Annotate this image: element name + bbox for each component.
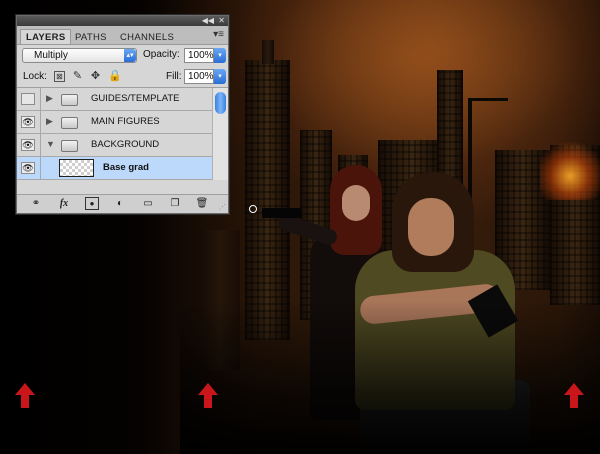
disclosure-triangle-expanded-icon[interactable]: ▼ — [46, 139, 55, 149]
adjustment-icon[interactable]: ◐ — [113, 197, 127, 210]
disclosure-triangle-icon[interactable]: ▶ — [46, 116, 53, 127]
eye-icon[interactable]: 👁 — [21, 116, 35, 128]
mask-icon[interactable]: ● — [85, 197, 99, 210]
guide-arrow-icon — [15, 383, 35, 408]
lock-label: Lock: — [23, 71, 47, 82]
opacity-dropdown-icon[interactable]: ▾ — [214, 48, 226, 63]
fire-glow — [540, 140, 600, 200]
layer-row-guides-template[interactable]: ▶ GUIDES/TEMPLATE — [17, 88, 214, 111]
brush-cursor — [249, 205, 257, 213]
fx-icon[interactable]: fx — [57, 197, 71, 210]
layer-list-scrollbar[interactable] — [212, 88, 228, 180]
lock-all-icon[interactable]: 🔒 — [108, 71, 122, 82]
panel-titlebar[interactable]: ◀◀ ✕ — [17, 16, 228, 26]
eye-icon[interactable]: 👁 — [21, 139, 35, 151]
folder-icon — [61, 94, 78, 106]
panel-tabs: LAYERS PATHS CHANNELS ▾≡ — [17, 26, 228, 45]
layer-thumbnail — [59, 159, 94, 177]
ground-shadow — [180, 300, 600, 454]
panel-footer: ⚭ fx ● ◐ ▭ ❐ 🗑 ⋰ — [17, 194, 228, 213]
skyscraper — [245, 60, 290, 340]
lock-row: Lock: ⊠ ✎ ✥ 🔒 Fill: 100% ▾ — [17, 67, 228, 88]
folder-icon — [61, 117, 78, 129]
new-group-icon[interactable]: ▭ — [141, 197, 155, 210]
layer-row-base-grad[interactable]: 👁 Base grad — [17, 157, 214, 180]
tab-paths[interactable]: PATHS — [69, 29, 113, 44]
layer-name: BACKGROUND — [91, 139, 160, 150]
opacity-label: Opacity: — [143, 49, 180, 60]
close-icon[interactable]: ✕ — [218, 17, 225, 25]
layer-name: Base grad — [103, 162, 149, 173]
opacity-field[interactable]: 100% — [184, 48, 214, 63]
blend-mode-dropdown[interactable]: Multiply ▴▾ — [22, 48, 137, 63]
layer-row-background[interactable]: 👁 ▼ BACKGROUND — [17, 134, 214, 157]
layer-name: MAIN FIGURES — [91, 116, 160, 127]
lock-pixels-icon[interactable]: ✎ — [72, 71, 83, 82]
resize-grip-icon[interactable]: ⋰ — [219, 203, 226, 211]
layer-list[interactable]: ▶ GUIDES/TEMPLATE 👁 ▶ MAIN FIGURES 👁 ▼ B… — [17, 88, 228, 180]
collapse-icon[interactable]: ◀◀ — [202, 17, 214, 25]
woman-figure-face — [342, 185, 370, 221]
guide-arrow-icon — [198, 383, 218, 408]
new-layer-icon[interactable]: ❐ — [168, 197, 182, 210]
panel-menu-icon[interactable]: ▾≡ — [213, 29, 224, 40]
fill-label: Fill: — [166, 71, 182, 82]
streetlamp-arm — [468, 98, 508, 101]
layer-row-main-figures[interactable]: 👁 ▶ MAIN FIGURES — [17, 111, 214, 134]
disclosure-triangle-icon[interactable]: ▶ — [46, 93, 53, 104]
folder-icon — [61, 140, 78, 152]
lock-position-icon[interactable]: ✥ — [90, 71, 101, 82]
guide-arrow-icon — [564, 383, 584, 408]
blend-mode-value: Multiply — [34, 50, 68, 61]
eye-icon[interactable]: 👁 — [21, 162, 35, 174]
chevron-updown-icon: ▴▾ — [124, 49, 136, 62]
layer-name: GUIDES/TEMPLATE — [91, 93, 180, 104]
layers-panel[interactable]: ◀◀ ✕ LAYERS PATHS CHANNELS ▾≡ Multiply ▴… — [16, 15, 229, 214]
blend-row: Multiply ▴▾ Opacity: 100% ▾ — [17, 45, 228, 67]
lock-transparency-icon[interactable]: ⊠ — [54, 71, 65, 82]
man-figure-face — [408, 198, 454, 256]
tab-channels[interactable]: CHANNELS — [114, 29, 180, 44]
skyscraper-spire — [262, 40, 274, 64]
fill-field[interactable]: 100% — [184, 69, 214, 84]
trash-icon[interactable]: 🗑 — [195, 197, 209, 210]
woman-figure-gun — [262, 208, 302, 218]
fill-dropdown-icon[interactable]: ▾ — [214, 69, 226, 84]
scrollbar-thumb[interactable] — [215, 92, 226, 114]
tab-layers[interactable]: LAYERS — [20, 29, 72, 44]
link-icon[interactable]: ⚭ — [29, 197, 43, 210]
visibility-toggle[interactable] — [21, 93, 35, 105]
